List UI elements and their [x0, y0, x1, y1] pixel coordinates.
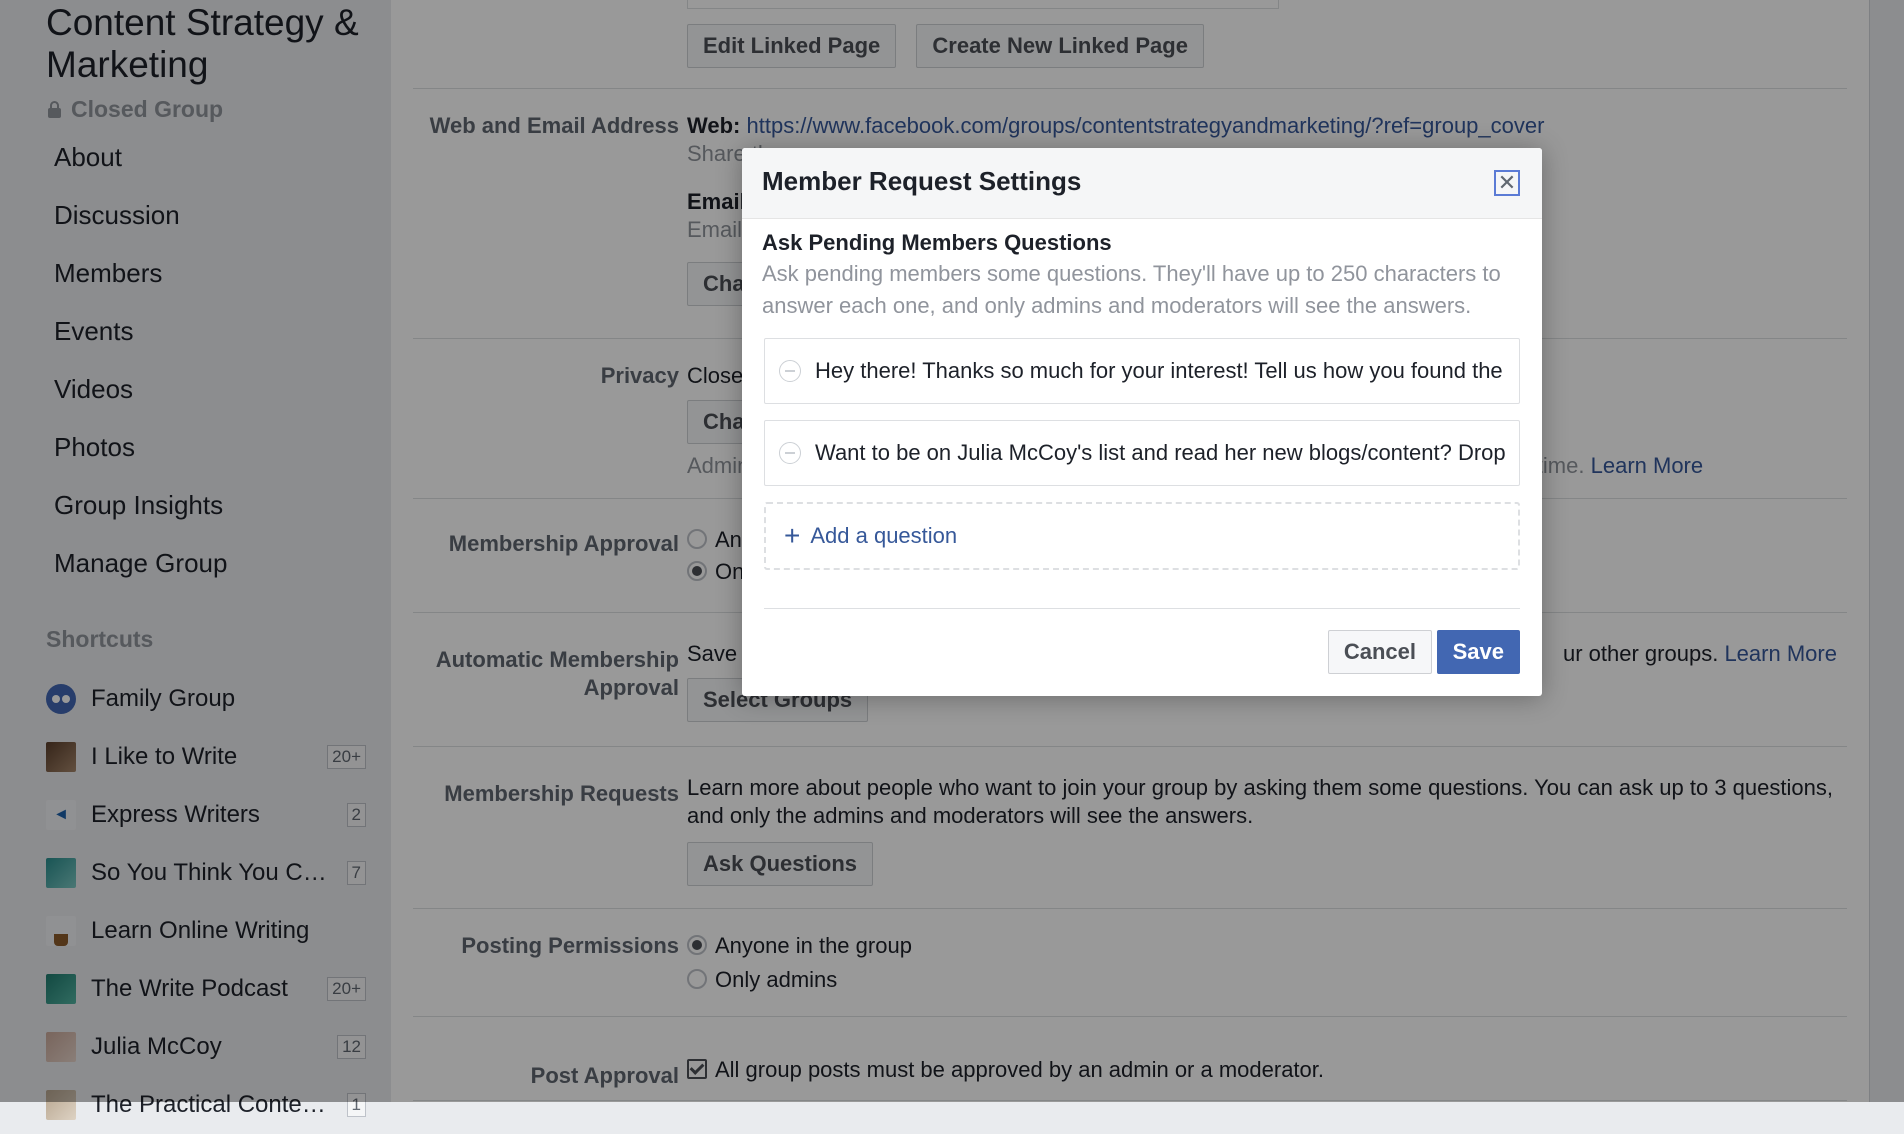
- question-field[interactable]: Want to be on Julia McCoy's list and rea…: [764, 420, 1520, 486]
- close-icon[interactable]: ✕: [1494, 170, 1520, 196]
- dialog-header: Member Request Settings ✕: [742, 148, 1542, 219]
- add-question-button[interactable]: + Add a question: [764, 502, 1520, 570]
- section-description: Ask pending members some questions. They…: [762, 261, 1501, 318]
- member-request-settings-dialog: Member Request Settings ✕ Ask Pending Me…: [742, 148, 1542, 696]
- remove-question-icon[interactable]: [779, 360, 801, 382]
- question-text[interactable]: Want to be on Julia McCoy's list and rea…: [815, 440, 1505, 466]
- save-button[interactable]: Save: [1436, 630, 1520, 674]
- question-field[interactable]: Hey there! Thanks so much for your inter…: [764, 338, 1520, 404]
- cancel-button[interactable]: Cancel: [1327, 630, 1432, 674]
- question-text[interactable]: Hey there! Thanks so much for your inter…: [815, 358, 1505, 384]
- plus-icon: +: [784, 520, 801, 551]
- dialog-title: Member Request Settings: [762, 166, 1082, 196]
- section-title: Ask Pending Members Questions: [762, 230, 1112, 255]
- dialog-divider: [764, 608, 1520, 609]
- remove-question-icon[interactable]: [779, 442, 801, 464]
- add-question-label: Add a question: [810, 523, 958, 548]
